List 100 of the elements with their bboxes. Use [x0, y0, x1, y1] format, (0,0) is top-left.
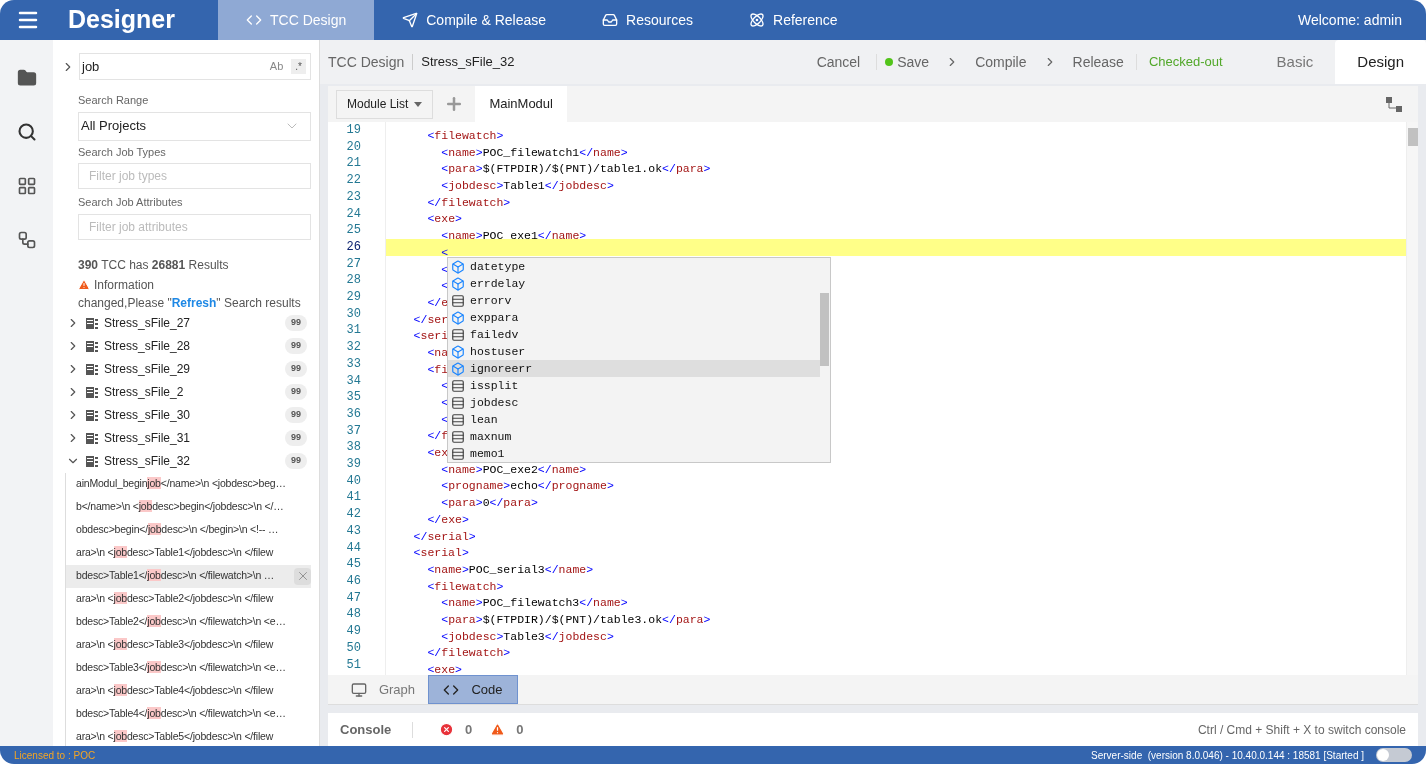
- nav-tab-icon: [246, 12, 262, 28]
- line-number: 46: [346, 573, 361, 590]
- view-tab[interactable]: Basic: [1254, 40, 1336, 84]
- result-item[interactable]: Stress_sFile_28 99: [61, 334, 311, 358]
- refresh-link[interactable]: Refresh: [171, 295, 217, 310]
- nav-tab-icon: [749, 12, 765, 28]
- nav-tab[interactable]: Compile & Release: [374, 0, 575, 40]
- line-number: 20: [346, 138, 361, 156]
- result-item[interactable]: Stress_sFile_29 99: [61, 357, 311, 381]
- match-item[interactable]: bdesc>Table4</jobdesc>\n </filewatch>\n <e…: [66, 702, 311, 726]
- search-field[interactable]: job Ab .*: [79, 53, 311, 80]
- suggestion-item[interactable]: jobdesc: [448, 394, 820, 411]
- match-case-toggle[interactable]: Ab: [269, 58, 284, 75]
- code-line: <seri: [412, 329, 449, 343]
- line-number: 31: [346, 322, 361, 340]
- view-switch-tab[interactable]: Code: [428, 675, 518, 704]
- match-item[interactable]: b</name>\n <jobdesc>begin</jobdesc>\n </…: [66, 495, 311, 519]
- cube-icon: [451, 361, 465, 376]
- cube-icon: [451, 259, 465, 274]
- code-line: <para>$(FTPDIR)/$(PNT)/table3.ok</para>: [440, 612, 711, 626]
- field-label: Search Job Attributes: [78, 195, 184, 210]
- suggestion-item[interactable]: memo1: [448, 445, 820, 462]
- match-item[interactable]: obdesc>begin</jobdesc>\n </begin>\n <!-- …: [66, 518, 311, 542]
- table-icon: [86, 432, 98, 444]
- suggestion-item[interactable]: lean: [448, 411, 820, 428]
- code-line: <name>POC_exe2</name>: [440, 462, 587, 476]
- result-item[interactable]: Stress_sFile_2 99: [61, 380, 311, 404]
- cancel-button[interactable]: Cancel: [808, 51, 869, 73]
- suggestion-item[interactable]: ignoreerr: [448, 360, 820, 377]
- release-button[interactable]: Release: [1072, 51, 1124, 73]
- close-button[interactable]: [294, 567, 311, 585]
- layout-icon[interactable]: [1386, 96, 1402, 112]
- line-number: 25: [346, 222, 361, 239]
- job-attributes-field[interactable]: Filter job attributes: [78, 213, 311, 240]
- scrollbar-thumb[interactable]: [820, 293, 829, 366]
- match-item[interactable]: ara>\n <jobdesc>Table1</jobdesc>\n </filew: [66, 541, 311, 565]
- result-item[interactable]: Stress_sFile_27 99: [61, 311, 311, 335]
- regex-toggle[interactable]: .*: [291, 59, 306, 74]
- server-toggle[interactable]: [1376, 748, 1412, 762]
- range-select[interactable]: All Projects: [78, 111, 311, 141]
- result-item[interactable]: Stress_sFile_32 99: [61, 449, 311, 473]
- count-badge: 99: [285, 407, 307, 423]
- suggestion-item[interactable]: exppara: [448, 309, 820, 326]
- suggestion-item[interactable]: maxnum: [448, 428, 820, 445]
- line-number: 22: [346, 172, 361, 189]
- count-badge: 99: [285, 338, 307, 354]
- job-types-field[interactable]: Filter job types: [78, 163, 311, 189]
- code-line: </serial>: [412, 529, 476, 543]
- compile-button[interactable]: Compile: [975, 51, 1027, 73]
- hierarchy-icon[interactable]: [16, 230, 37, 250]
- suggestion-item[interactable]: errdelay: [448, 275, 820, 292]
- match-item[interactable]: ainModul_beginjob</name>\n <jobdesc>beg…: [66, 472, 311, 496]
- line-number: 43: [346, 522, 361, 540]
- line-number: 34: [346, 372, 361, 390]
- code-line: <exe>: [426, 663, 462, 675]
- count-badge: 99: [285, 361, 307, 377]
- breadcrumb-section[interactable]: TCC Design: [328, 51, 405, 73]
- scrollbar-thumb[interactable]: [1408, 128, 1418, 146]
- welcome-text: Welcome: admin: [1298, 10, 1402, 30]
- code-line: <ex: [426, 446, 449, 460]
- folder-icon[interactable]: [16, 68, 37, 88]
- suggestion-item[interactable]: hostuser: [448, 343, 820, 360]
- view-switch-tab[interactable]: Graph: [338, 675, 428, 704]
- code-line: </filewatch>: [426, 646, 511, 660]
- module-list-button[interactable]: Module List: [336, 89, 434, 119]
- code-line: <jobdesc>Table3</jobdesc>: [440, 629, 614, 643]
- match-item[interactable]: bdesc>Table1</jobdesc>\n </filewatch>\n …: [66, 564, 311, 588]
- match-item[interactable]: bdesc>Table2</jobdesc>\n </filewatch>\n <e…: [66, 610, 311, 634]
- match-item[interactable]: ara>\n <jobdesc>Table2</jobdesc>\n </filew: [66, 587, 311, 611]
- field-label: Search Job Types: [78, 144, 167, 160]
- match-item[interactable]: ara>\n <jobdesc>Table5</jobdesc>\n </filew: [66, 725, 311, 746]
- match-item[interactable]: ara>\n <jobdesc>Table4</jobdesc>\n </filew: [66, 679, 311, 703]
- search-icon[interactable]: [16, 122, 37, 142]
- code-line: </e: [426, 295, 449, 309]
- code-line: <progname>echo</progname>: [440, 479, 614, 493]
- line-number: 48: [346, 606, 361, 624]
- line-number: 37: [346, 422, 361, 440]
- result-item[interactable]: Stress_sFile_31 99: [61, 426, 311, 450]
- suggestion-item[interactable]: errorv: [448, 292, 820, 309]
- table-icon: [86, 317, 98, 329]
- grid-icon[interactable]: [16, 176, 37, 196]
- nav-tab[interactable]: Reference: [721, 0, 866, 40]
- suggestion-item[interactable]: datetype: [448, 258, 820, 275]
- console-title[interactable]: Console: [340, 719, 412, 740]
- server-status: Server-side (version 8.0.046) - 10.40.0.144 : 18581 [Started ]: [1091, 748, 1364, 763]
- suggestion-item[interactable]: failedv: [448, 326, 820, 343]
- view-tab[interactable]: Design: [1335, 40, 1426, 84]
- count-badge: 99: [285, 430, 307, 446]
- table-icon: [86, 455, 98, 467]
- code-line: <para>$(FTPDIR)/$(PNT)/table1.ok</para>: [440, 162, 711, 176]
- error-count: 0: [465, 720, 473, 739]
- match-item[interactable]: ara>\n <jobdesc>Table3</jobdesc>\n </filew: [66, 633, 311, 657]
- table-icon: [86, 363, 98, 375]
- module-tab[interactable]: MainModul: [475, 86, 567, 122]
- match-item[interactable]: bdesc>Table3</jobdesc>\n </filewatch>\n <e…: [66, 656, 311, 680]
- nav-tab[interactable]: Resources: [574, 0, 721, 40]
- nav-tab-icon: [602, 12, 619, 28]
- suggestion-item[interactable]: issplit: [448, 377, 820, 394]
- save-button[interactable]: Save: [897, 51, 930, 73]
- result-item[interactable]: Stress_sFile_30 99: [61, 403, 311, 427]
